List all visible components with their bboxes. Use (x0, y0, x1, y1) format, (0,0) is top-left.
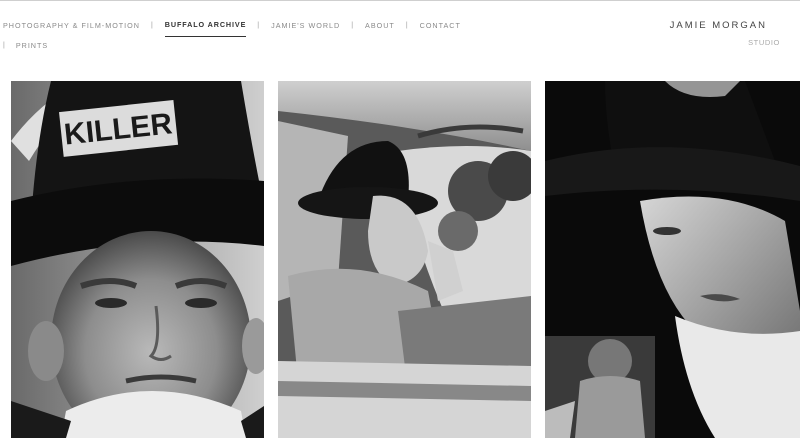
nav-separator: | (405, 22, 409, 29)
nav-item-about[interactable]: ABOUT (365, 16, 395, 36)
gallery-photo-boy-killer-hat[interactable]: KILLER (11, 81, 264, 438)
gallery-photo-man-in-car[interactable] (278, 81, 531, 438)
nav-item-contact[interactable]: CONTACT (420, 16, 461, 36)
nav-row-1: PHOTOGRAPHY & FILM-MOTION | BUFFALO ARCH… (3, 20, 460, 37)
nav-separator: | (150, 22, 154, 29)
nav-item-prints[interactable]: PRINTS (16, 36, 48, 56)
nav-row-2: | PRINTS (3, 41, 423, 51)
main-navigation: PHOTOGRAPHY & FILM-MOTION | BUFFALO ARCH… (3, 20, 460, 51)
nav-item-photography-film-motion[interactable]: PHOTOGRAPHY & FILM-MOTION (3, 16, 140, 36)
nav-item-buffalo-archive[interactable]: BUFFALO ARCHIVE (164, 15, 247, 37)
top-divider (0, 0, 800, 1)
nav-separator: | (257, 22, 261, 29)
photo-boy-killer-hat-image (11, 81, 264, 438)
nav-separator: | (3, 42, 6, 49)
photo-woman-with-hat-image (545, 81, 800, 438)
nav-item-jamies-world[interactable]: JAMIE'S WORLD (271, 16, 340, 36)
nav-separator: | (351, 22, 355, 29)
photo-gallery: KILLER (0, 81, 800, 438)
photo-man-in-car-image (278, 81, 531, 438)
gallery-photo-woman-with-hat[interactable] (545, 81, 800, 438)
brand-logo-name[interactable]: JAMIE MORGAN (670, 20, 767, 31)
brand-subtitle: STUDIO (748, 38, 780, 47)
